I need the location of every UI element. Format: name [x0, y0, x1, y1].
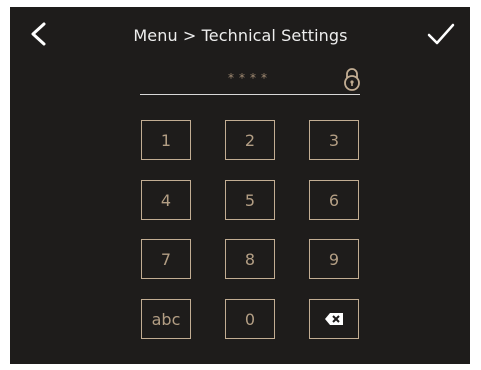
backspace-icon	[325, 313, 343, 325]
key-8[interactable]: 8	[225, 239, 275, 279]
key-9[interactable]: 9	[309, 239, 359, 279]
backspace-button[interactable]	[309, 299, 359, 339]
key-3[interactable]: 3	[309, 120, 359, 160]
checkmark-icon	[427, 23, 455, 45]
key-6[interactable]: 6	[309, 180, 359, 220]
pin-input[interactable]: ****	[140, 64, 360, 95]
key-7[interactable]: 7	[141, 239, 191, 279]
key-0[interactable]: 0	[225, 299, 275, 339]
key-abc[interactable]: abc	[141, 299, 191, 339]
key-2[interactable]: 2	[225, 120, 275, 160]
padlock-icon	[344, 68, 360, 91]
pin-mask: ****	[228, 71, 272, 85]
key-4[interactable]: 4	[141, 180, 191, 220]
confirm-button[interactable]	[424, 18, 458, 50]
page-title: Menu > Technical Settings	[133, 26, 348, 45]
key-1[interactable]: 1	[141, 120, 191, 160]
key-5[interactable]: 5	[225, 180, 275, 220]
